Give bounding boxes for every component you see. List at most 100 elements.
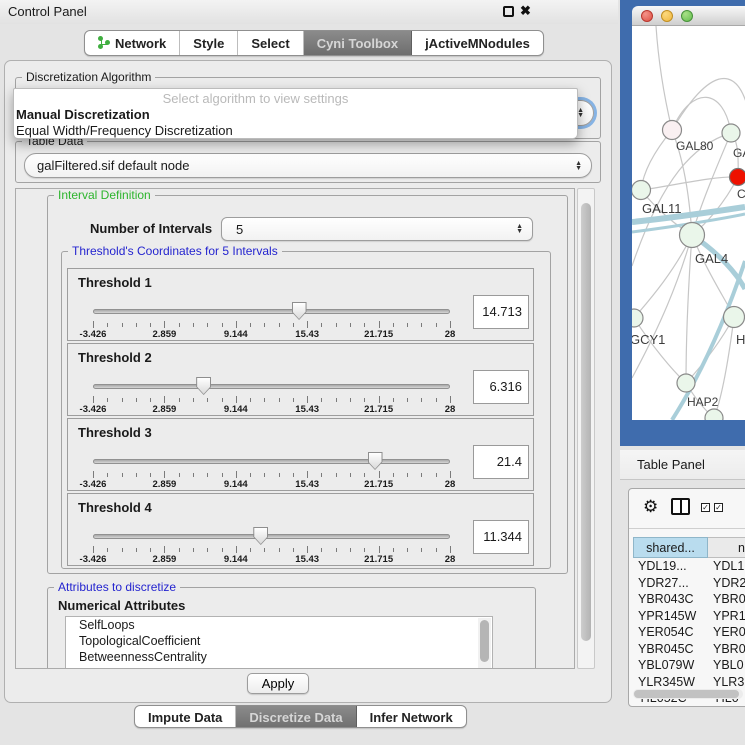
threshold-1-value[interactable]: 14.713 — [473, 295, 529, 329]
tab-network[interactable]: Network — [85, 31, 180, 55]
threshold-3-panel: Threshold 3 -3.4262.8599.14415.4321.7152… — [67, 418, 534, 491]
cell[interactable]: YDR27... — [633, 575, 708, 592]
float-window-icon[interactable] — [503, 6, 514, 17]
node-gal80[interactable] — [663, 121, 682, 140]
tab-impute-data[interactable]: Impute Data — [135, 706, 236, 728]
algorithm-prompt: Select algorithm to view settings — [14, 91, 497, 106]
algorithm-option-manual[interactable]: Manual Discretization — [16, 107, 150, 122]
node-bottom[interactable] — [705, 409, 723, 420]
table-row[interactable]: YBR043C YBR0 — [633, 591, 745, 608]
network-canvas[interactable]: GAL80 GA C GAL11 GAL4 GCY1 H HAP2 — [632, 26, 745, 420]
slider-track[interactable] — [93, 384, 450, 389]
cell[interactable]: YER054C — [633, 624, 708, 641]
cell[interactable]: YBR043C — [633, 591, 708, 608]
column-header-shared[interactable]: shared... — [633, 537, 708, 558]
cell[interactable]: YLR3 — [708, 674, 745, 691]
cell[interactable]: YPR1 — [708, 608, 745, 625]
discretization-algorithm-label: Discretization Algorithm — [22, 70, 155, 85]
minimize-traffic-light-icon[interactable] — [661, 10, 673, 22]
table-row[interactable]: YDR27... YDR2 — [633, 575, 745, 592]
node-label: H — [736, 332, 745, 347]
slider-track[interactable] — [93, 534, 450, 539]
numerical-attributes-list[interactable]: SelfLoops TopologicalCoefficient Between… — [65, 616, 493, 669]
settings-scrollbar[interactable] — [577, 188, 595, 669]
cell[interactable]: YLR345W — [633, 674, 708, 691]
algorithm-option-equal-width[interactable]: Equal Width/Frequency Discretization — [16, 123, 233, 138]
threshold-2-slider[interactable]: -3.4262.8599.14415.4321.71528 — [93, 374, 450, 416]
table-row[interactable]: YDL19... YDL1 — [633, 558, 745, 575]
table-row[interactable]: YLR345W YLR3 — [633, 674, 745, 691]
cell[interactable]: YDL1 — [708, 558, 745, 575]
slider-tick-labels: -3.4262.8599.14415.4321.71528 — [93, 404, 450, 414]
list-scrollbar[interactable] — [478, 618, 491, 669]
gear-icon[interactable]: ⚙ — [643, 497, 658, 517]
num-intervals-combobox[interactable]: 5 ▲▼ — [221, 217, 533, 241]
threshold-2-label: Threshold 2 — [78, 350, 152, 365]
apply-button[interactable]: Apply — [247, 673, 309, 694]
cell[interactable]: YDR2 — [708, 575, 745, 592]
network-window-titlebar[interactable] — [632, 6, 745, 26]
cell[interactable]: YDL19... — [633, 558, 708, 575]
num-intervals-label: Number of Intervals — [90, 221, 212, 236]
node-gal4[interactable] — [680, 223, 705, 248]
threshold-2-value[interactable]: 6.316 — [473, 370, 529, 404]
threshold-4-value[interactable]: 11.344 — [473, 520, 529, 554]
tab-cyni-toolbox-label: Cyni Toolbox — [317, 36, 398, 51]
tab-discretize-data[interactable]: Discretize Data — [236, 706, 356, 728]
list-item[interactable]: TopologicalCoefficient — [66, 633, 492, 649]
scrollbar-thumb[interactable] — [634, 690, 739, 698]
tab-style[interactable]: Style — [180, 31, 238, 55]
tab-infer-network[interactable]: Infer Network — [357, 706, 466, 728]
tab-jactivemnodules[interactable]: jActiveMNodules — [412, 31, 543, 55]
cell[interactable]: YBL0 — [708, 657, 745, 674]
settings-scroll-viewport: Interval Definition Number of Intervals … — [15, 188, 575, 669]
node-gal11[interactable] — [632, 181, 651, 200]
node-gcy1[interactable] — [632, 309, 643, 327]
zoom-traffic-light-icon[interactable] — [681, 10, 693, 22]
table-row[interactable]: YBL079W YBL0 — [633, 657, 745, 674]
threshold-2-panel: Threshold 2 -3.4262.8599.14415.4321.7152… — [67, 343, 534, 416]
node-hap2[interactable] — [677, 374, 695, 392]
split-columns-icon[interactable] — [671, 498, 690, 515]
thresholds-group: Threshold's Coordinates for 5 Intervals … — [61, 251, 551, 569]
node-right[interactable] — [724, 307, 745, 328]
table-row[interactable]: YPR145W YPR1 — [633, 608, 745, 625]
checkbox-icon[interactable]: ✓ — [701, 503, 710, 512]
slider-track[interactable] — [93, 459, 450, 464]
node-top-right[interactable] — [722, 124, 740, 142]
cell[interactable]: YBR0 — [708, 641, 745, 658]
close-traffic-light-icon[interactable] — [641, 10, 653, 22]
threshold-1-slider[interactable]: -3.4262.8599.14415.4321.71528 — [93, 299, 450, 341]
threshold-3-slider[interactable]: -3.4262.8599.14415.4321.71528 — [93, 449, 450, 491]
column-header-name[interactable]: na — [708, 537, 745, 558]
slider-thumb[interactable] — [368, 452, 383, 470]
node-label: GA — [733, 146, 745, 160]
node-red-selected[interactable] — [730, 169, 745, 186]
slider-thumb[interactable] — [292, 302, 307, 320]
checkbox-icon[interactable]: ✓ — [714, 503, 723, 512]
cell[interactable]: YBR0 — [708, 591, 745, 608]
list-item[interactable]: BetweennessCentrality — [66, 649, 492, 665]
table-row[interactable]: YER054C YER0 — [633, 624, 745, 641]
cell[interactable]: YER0 — [708, 624, 745, 641]
cell[interactable]: YPR145W — [633, 608, 708, 625]
close-icon[interactable]: ✖ — [520, 3, 531, 19]
table-data-combobox[interactable]: galFiltered.sif default node ▲▼ — [24, 153, 592, 178]
cell[interactable]: YBL079W — [633, 657, 708, 674]
threshold-3-value[interactable]: 21.4 — [473, 445, 529, 479]
scrollbar-thumb[interactable] — [581, 203, 591, 641]
slider-track[interactable] — [93, 309, 450, 314]
slider-thumb[interactable] — [196, 377, 211, 395]
table-panel: ⚙ ✓ ✓ shared... na YDL19... YDL1 YDR27..… — [628, 488, 745, 707]
table-horizontal-scrollbar[interactable] — [633, 689, 743, 699]
bottom-tab-bar: Impute Data Discretize Data Infer Networ… — [134, 705, 467, 728]
slider-thumb[interactable] — [253, 527, 268, 545]
slider-tick-labels: -3.4262.8599.14415.4321.71528 — [93, 479, 450, 489]
cell[interactable]: YBR045C — [633, 641, 708, 658]
table-row[interactable]: YBR045C YBR0 — [633, 641, 745, 658]
tab-discretize-data-label: Discretize Data — [249, 710, 342, 725]
tab-cyni-toolbox[interactable]: Cyni Toolbox — [304, 31, 412, 55]
list-item[interactable]: SelfLoops — [66, 617, 492, 633]
tab-select[interactable]: Select — [238, 31, 303, 55]
threshold-4-slider[interactable]: -3.4262.8599.14415.4321.71528 — [93, 524, 450, 566]
